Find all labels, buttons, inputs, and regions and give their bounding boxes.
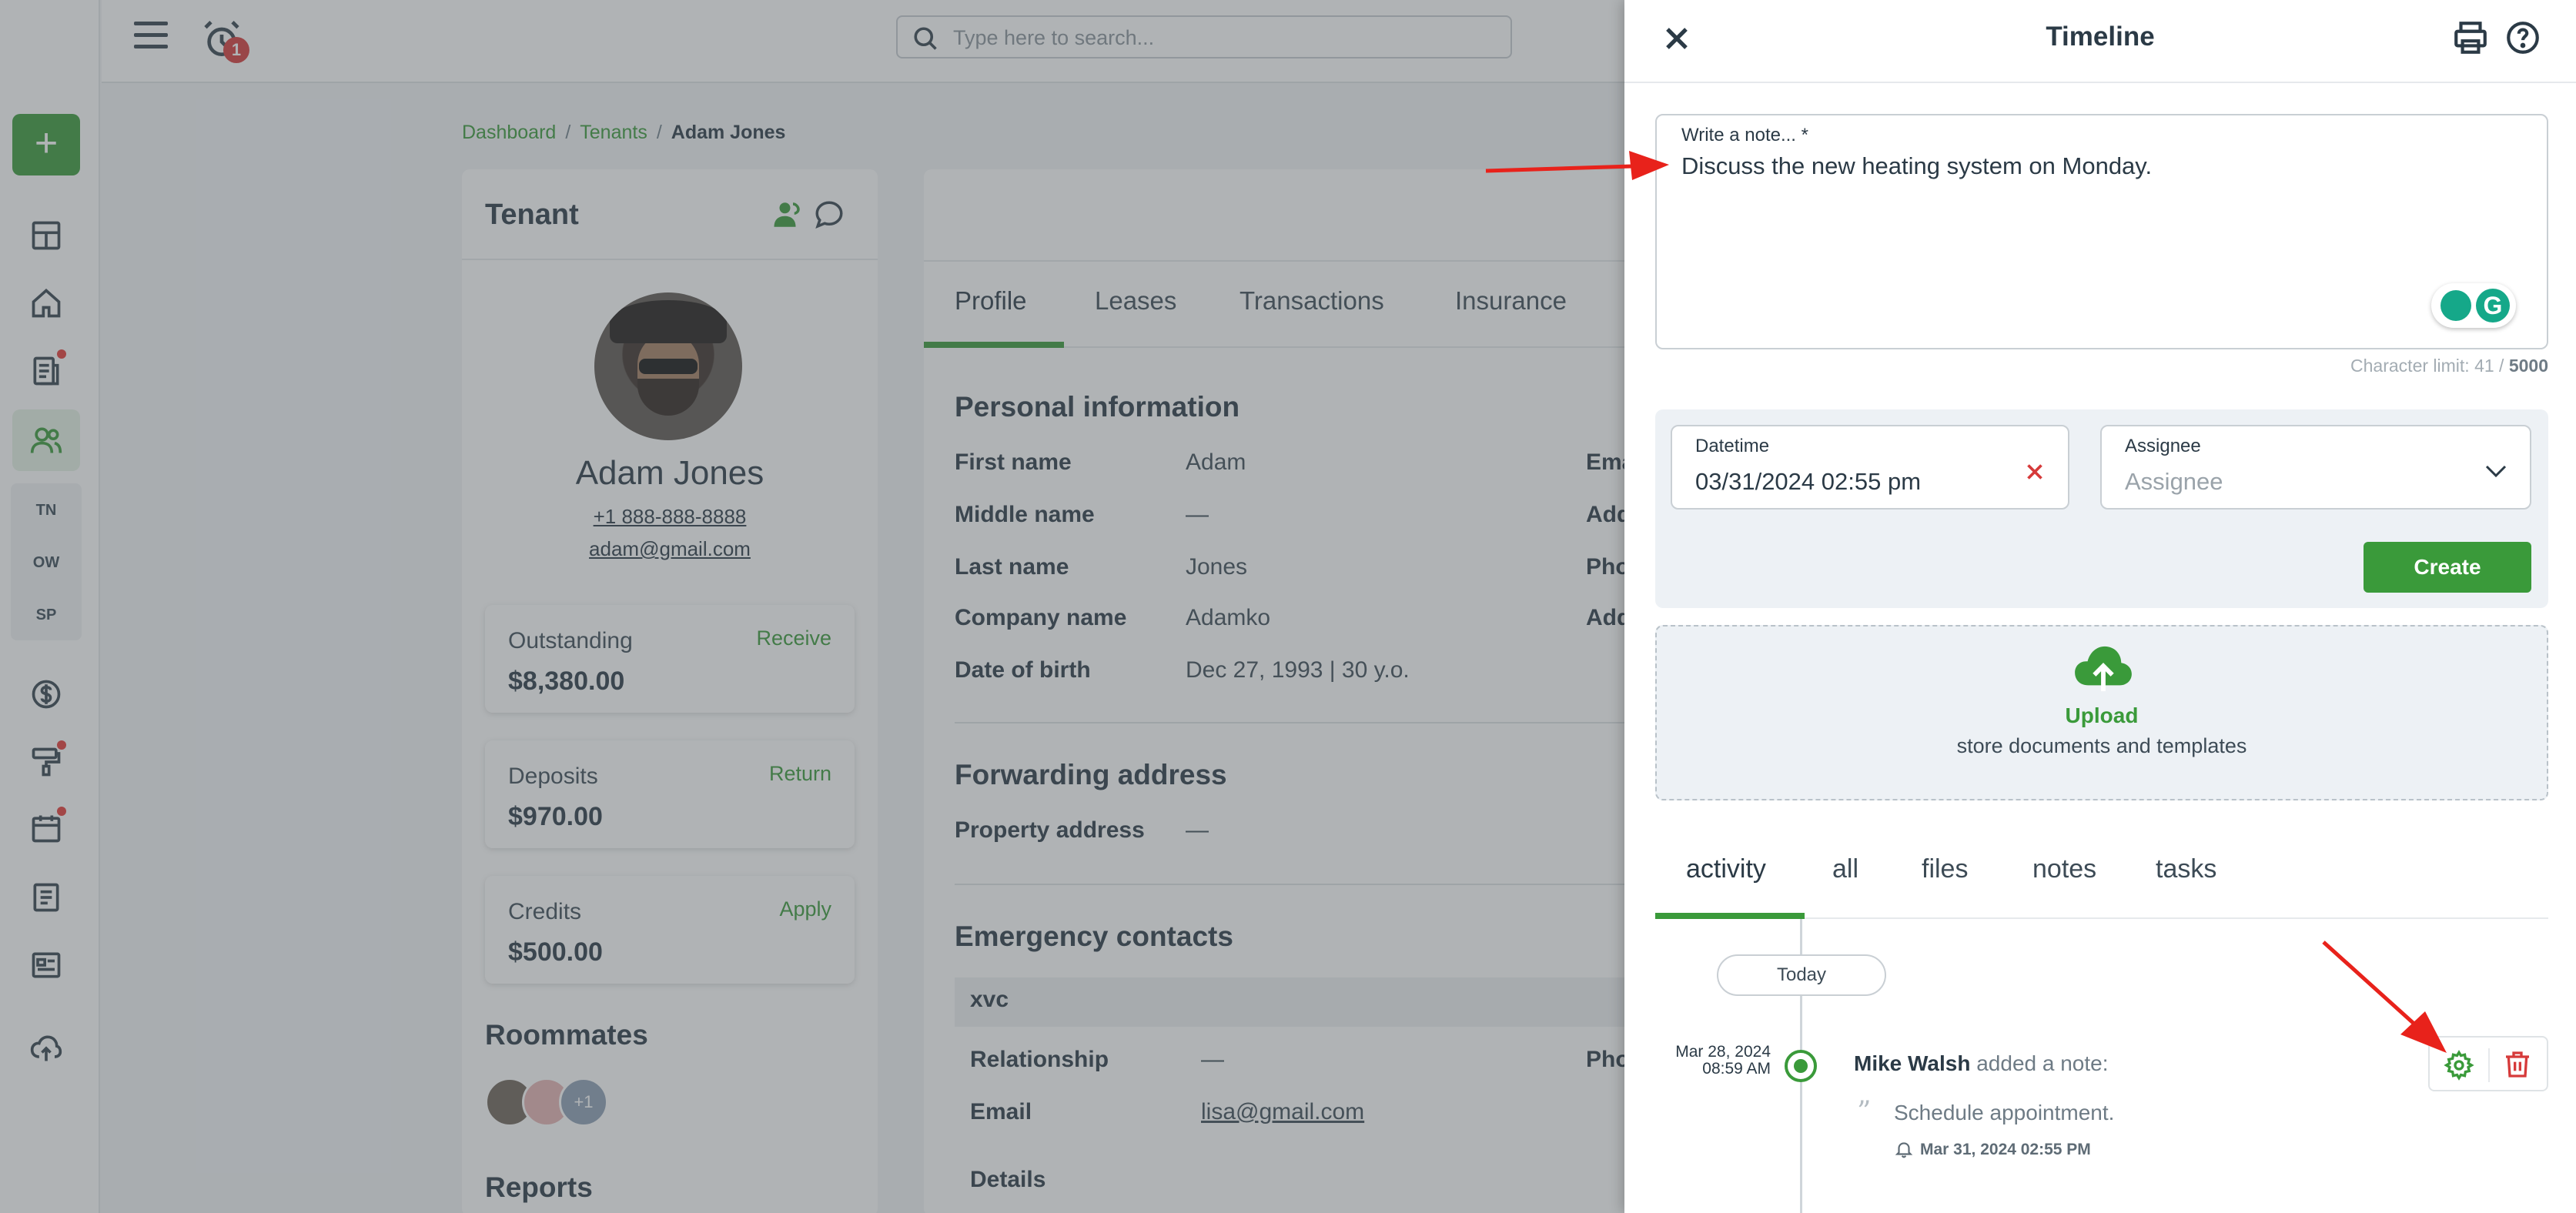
tab-tasks[interactable]: tasks xyxy=(2156,854,2216,884)
chevron-down-icon[interactable] xyxy=(2481,457,2511,485)
datetime-value[interactable]: 03/31/2024 02:55 pm xyxy=(1695,468,1921,496)
grammarly-widget[interactable]: G xyxy=(2431,283,2516,328)
quote-icon: ” xyxy=(1857,1096,1872,1128)
activity-actions xyxy=(2428,1036,2548,1091)
tab-activity[interactable]: activity xyxy=(1686,854,1766,884)
note-label: Write a note... * xyxy=(1681,125,1808,145)
datetime-label: Datetime xyxy=(1695,436,1770,456)
timeline-panel: Timeline Write a note... * G Character l… xyxy=(1624,0,2576,1213)
print-icon[interactable] xyxy=(2451,18,2490,57)
note-field[interactable]: Write a note... * G xyxy=(1655,114,2548,349)
lightbulb-icon[interactable] xyxy=(2441,290,2471,321)
datetime-field[interactable]: Datetime 03/31/2024 02:55 pm xyxy=(1671,425,2069,510)
trash-icon[interactable] xyxy=(2502,1048,2533,1081)
timeline-dot xyxy=(1785,1050,1817,1082)
active-tab-indicator xyxy=(1655,913,1805,919)
gear-icon[interactable] xyxy=(2444,1050,2474,1081)
assignee-label: Assignee xyxy=(2125,436,2201,456)
reminder-datetime: Mar 31, 2024 02:55 PM xyxy=(1920,1141,2091,1158)
create-button[interactable]: Create xyxy=(2364,542,2531,593)
upload-dropzone[interactable]: Upload store documents and templates xyxy=(1655,625,2548,800)
activity-timestamp: Mar 28, 2024 08:59 AM xyxy=(1675,1043,1771,1078)
activity-note-text: Schedule appointment. xyxy=(1894,1101,2115,1124)
character-limit: Character limit: 41 / 5000 xyxy=(2350,356,2548,376)
bell-icon xyxy=(1894,1139,1914,1159)
upload-title[interactable]: Upload xyxy=(1657,703,2547,728)
grammarly-icon[interactable]: G xyxy=(2476,289,2510,322)
today-chip: Today xyxy=(1717,954,1886,996)
timeline-title: Timeline xyxy=(2046,22,2155,52)
activity-author: Mike Walsh xyxy=(1854,1051,1971,1075)
tab-files[interactable]: files xyxy=(1922,854,1968,884)
tab-notes[interactable]: notes xyxy=(2032,854,2096,884)
cloud-upload-icon xyxy=(2073,643,2134,694)
modal-backdrop[interactable] xyxy=(0,0,1624,1213)
note-textarea[interactable] xyxy=(1681,152,2513,291)
note-form: Datetime 03/31/2024 02:55 pm Assignee As… xyxy=(1655,409,2548,608)
activity-summary: Mike Walsh added a note: xyxy=(1854,1051,2109,1075)
assignee-placeholder[interactable]: Assignee xyxy=(2125,468,2223,496)
tab-all[interactable]: all xyxy=(1832,854,1858,884)
upload-subtitle: store documents and templates xyxy=(1956,734,2247,757)
assignee-select[interactable]: Assignee Assignee xyxy=(2100,425,2531,510)
help-icon[interactable] xyxy=(2504,18,2542,57)
clear-datetime-icon[interactable] xyxy=(2022,459,2048,485)
